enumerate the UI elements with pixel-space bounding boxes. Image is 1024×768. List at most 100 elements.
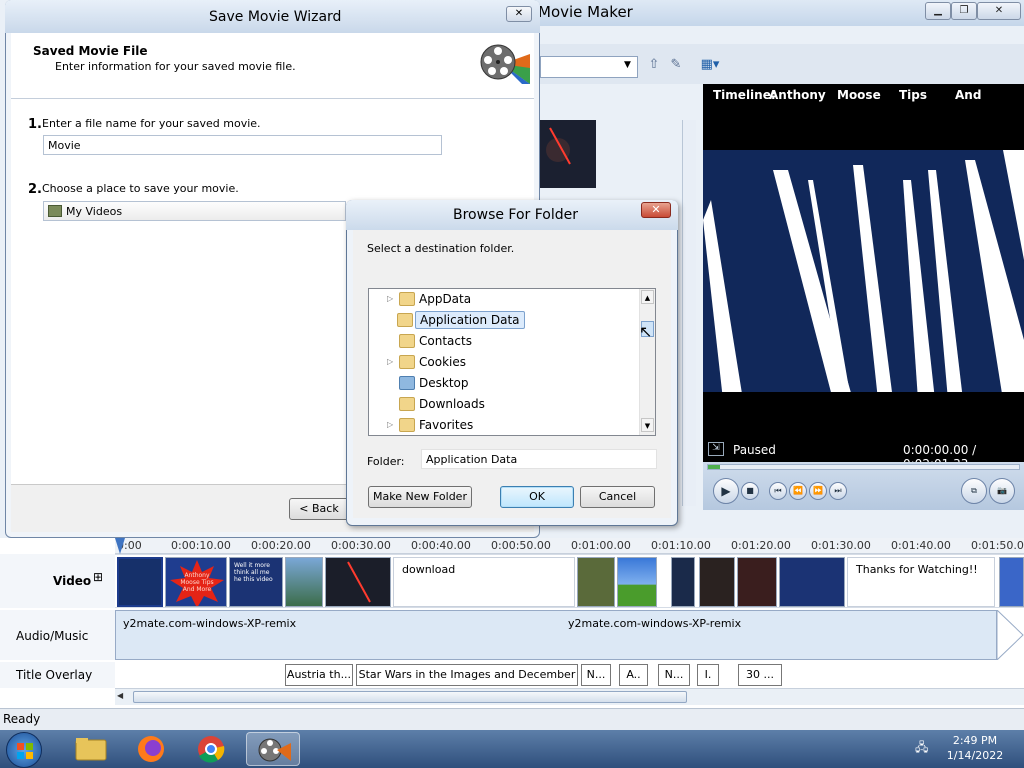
video-clip[interactable] [737, 557, 777, 607]
play-icon[interactable]: ▶ [713, 478, 739, 504]
tree-item-label: AppData [419, 292, 472, 306]
overlay-clip[interactable]: Star Wars in the Images and December 2..… [356, 664, 578, 686]
file-explorer-icon[interactable] [64, 732, 118, 766]
firefox-icon[interactable] [124, 732, 178, 766]
wizard-close-button[interactable]: ✕ [506, 6, 532, 22]
taskbar-clock[interactable]: 2:49 PM 1/14/2022 [930, 733, 1020, 763]
overlay-clip[interactable]: N... [658, 664, 690, 686]
tree-item[interactable]: ▷ AppData [369, 289, 629, 310]
tree-item[interactable]: Desktop [369, 373, 629, 394]
video-clip-download[interactable]: download [393, 557, 575, 607]
view-options-icon[interactable]: ▦▾ [697, 57, 723, 75]
seek-thumb[interactable] [708, 465, 720, 469]
overlay-clip[interactable]: 30 ... [738, 664, 782, 686]
video-clip[interactable] [671, 557, 695, 607]
audio-clip[interactable]: y2mate.com-windows-XP-remix y2mate.com-w… [115, 610, 997, 660]
timeline-ruler[interactable]: 0:00 0:00:10.00 0:00:20.00 0:00:30.00 0:… [115, 538, 1024, 554]
expand-arrow-icon[interactable]: ▷ [387, 420, 393, 429]
chrome-icon[interactable] [184, 732, 238, 766]
fullscreen-icon[interactable]: ⇲ [708, 442, 724, 456]
ruler-tick: 0:01:30.00 [811, 539, 871, 552]
ruler-tick: 0:00:10.00 [171, 539, 231, 552]
video-clip[interactable] [325, 557, 391, 607]
folder-tree[interactable]: ▷ AppData Application Data Contacts ▷ Co… [368, 288, 656, 436]
timeline-scrollbar[interactable]: ◀ [115, 688, 1024, 705]
expand-arrow-icon[interactable]: ▷ [387, 357, 393, 366]
save-location-value: My Videos [66, 205, 123, 218]
video-clip[interactable]: Anthony Moose Tips And More [165, 557, 227, 607]
back-button[interactable]: < Back [289, 498, 349, 520]
preview-title: Timeline: Anthony Moose Tips And [703, 84, 1024, 106]
tree-item[interactable]: Contacts [369, 331, 629, 352]
make-new-folder-button[interactable]: Make New Folder [368, 486, 472, 508]
rewind-icon[interactable]: ⏪ [789, 482, 807, 500]
overlay-clip[interactable]: A.. [619, 664, 648, 686]
forward-icon[interactable]: ⏩ [809, 482, 827, 500]
folder-input[interactable]: Application Data [421, 449, 657, 469]
split-icon[interactable]: ⧉ [961, 478, 987, 504]
overlay-clip[interactable]: N... [581, 664, 611, 686]
tree-item-label: Downloads [419, 397, 485, 411]
folder-label: Folder: [367, 455, 405, 468]
preview-title-word: Moose [837, 88, 881, 102]
video-clip[interactable]: Well it more think all me he this video [229, 557, 283, 607]
tree-item[interactable]: Downloads [369, 394, 629, 415]
expand-icon[interactable]: ⊞ [93, 570, 103, 584]
chevron-down-icon[interactable]: ▼ [624, 60, 631, 70]
video-clip[interactable] [285, 557, 323, 607]
seek-bar[interactable] [707, 464, 1020, 470]
star-wars-thumb-icon [540, 120, 596, 188]
file-name-input[interactable]: Movie [43, 135, 442, 155]
snapshot-icon[interactable]: 📷 [989, 478, 1015, 504]
collection-scrollbar[interactable] [682, 120, 696, 506]
browse-close-button[interactable]: ✕ [641, 202, 671, 218]
video-clip[interactable] [617, 557, 657, 607]
film-reel-icon [478, 40, 530, 88]
overlay-clip[interactable]: Austria th... [285, 664, 353, 686]
step2-label: Choose a place to save your movie. [42, 182, 239, 195]
new-folder-icon[interactable]: ✎ [667, 57, 685, 75]
downloads-folder-icon [399, 397, 415, 411]
tree-item[interactable]: ▷ Favorites [369, 415, 629, 435]
audio-clip-label: y2mate.com-windows-XP-remix [123, 617, 297, 630]
stop-icon[interactable]: ■ [741, 482, 759, 500]
movie-maker-icon[interactable] [246, 732, 300, 766]
ruler-tick: 0:00:20.00 [251, 539, 311, 552]
scroll-left-icon[interactable]: ◀ [117, 691, 123, 700]
ok-button[interactable]: OK [500, 486, 574, 508]
cancel-button[interactable]: Cancel [580, 486, 655, 508]
timeline-scroll-thumb[interactable] [133, 691, 687, 703]
browse-title: Browse For Folder [453, 207, 579, 223]
video-clip[interactable] [117, 557, 163, 607]
tree-scrollbar[interactable]: ▲ ▼ [639, 289, 655, 435]
wizard-header-title: Saved Movie File [33, 44, 148, 58]
player-status: Paused [733, 443, 776, 457]
video-clip[interactable] [699, 557, 735, 607]
tree-item-label: Desktop [419, 376, 469, 390]
video-clip[interactable] [577, 557, 615, 607]
next-frame-icon[interactable]: ⏭ [829, 482, 847, 500]
audio-end-arrow-icon [996, 608, 1024, 662]
tree-item-selected[interactable]: Application Data [369, 310, 629, 331]
network-icon[interactable]: 🖧 [915, 738, 929, 754]
movie-maker-title: Movie Maker [538, 3, 633, 21]
minimize-button[interactable]: ▁ [925, 2, 951, 20]
video-clip[interactable] [779, 557, 845, 607]
scroll-down-icon[interactable]: ▼ [641, 418, 654, 432]
video-clip[interactable] [999, 557, 1024, 607]
tree-item[interactable]: ▷ Cookies [369, 352, 629, 373]
close-button[interactable]: ✕ [977, 2, 1021, 20]
up-folder-icon[interactable]: ⇧ [645, 57, 663, 75]
video-track[interactable]: Anthony Moose Tips And More Well it more… [115, 554, 1024, 608]
collection-thumbnail[interactable] [540, 120, 596, 188]
shortcut-folder-icon [399, 355, 415, 369]
previous-frame-icon[interactable]: ⏮ [769, 482, 787, 500]
windows-start-icon[interactable] [6, 732, 42, 768]
video-clip-thanks[interactable]: Thanks for Watching!! [847, 557, 995, 607]
status-bar: Ready [0, 708, 1024, 730]
scroll-up-icon[interactable]: ▲ [641, 290, 654, 304]
expand-arrow-icon[interactable]: ▷ [387, 294, 393, 303]
save-location-combo[interactable]: My Videos [43, 201, 346, 221]
overlay-clip[interactable]: I. [697, 664, 719, 686]
maximize-button[interactable]: ❐ [951, 2, 977, 20]
